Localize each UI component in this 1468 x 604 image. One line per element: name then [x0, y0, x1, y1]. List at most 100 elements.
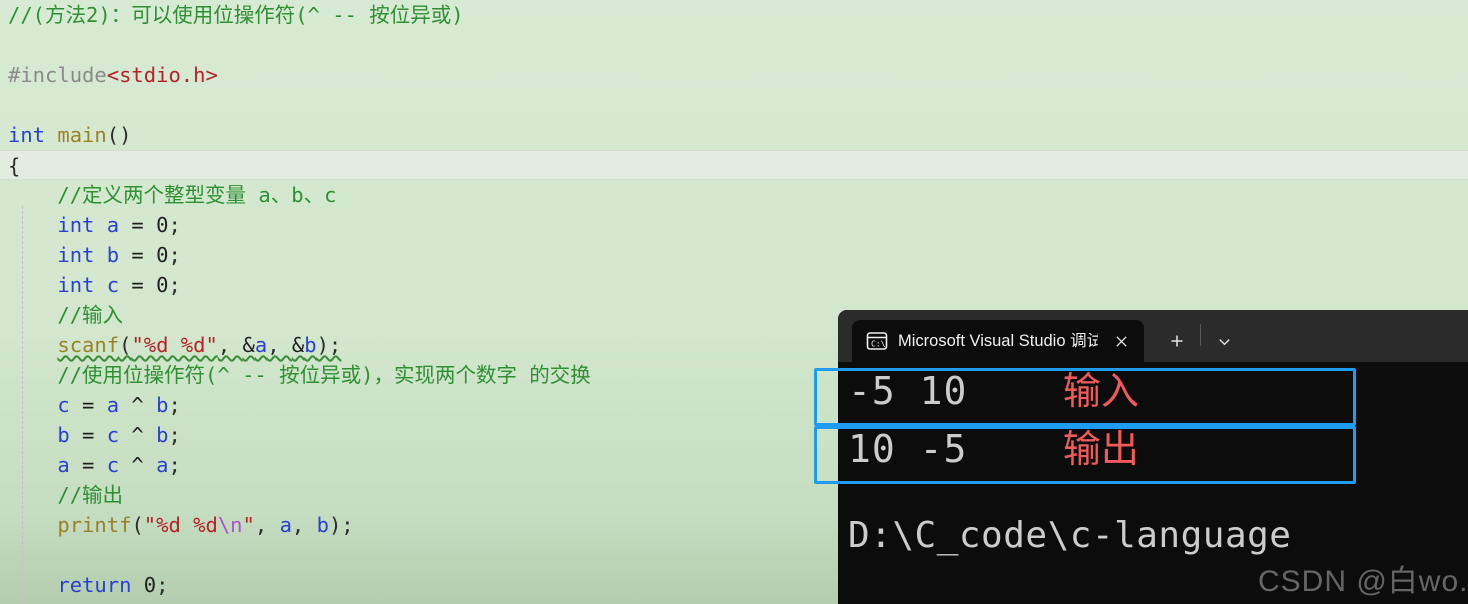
code-token: ; [168, 453, 181, 477]
code-token: , [267, 333, 292, 357]
code-tokens: scanf("%d %d", &a, &b); [57, 333, 341, 357]
code-tokens: return 0; [57, 573, 168, 597]
code-token: () [106, 123, 132, 147]
terminal-window[interactable]: C:\ Microsoft Visual Studio 调试控 -5 10 输入… [838, 310, 1468, 604]
terminal-input-values: -5 10 [848, 369, 968, 413]
code-token: ; [168, 243, 181, 267]
code-token: //输入 [57, 303, 124, 327]
code-token: b [156, 423, 169, 447]
code-token: ); [328, 513, 354, 537]
code-tokens: c = a ^ b; [57, 393, 180, 417]
code-line[interactable]: { [0, 150, 1468, 180]
terminal-row-output: 10 -5 输出 [848, 420, 1468, 478]
code-tokens: //输出 [57, 483, 123, 507]
code-line[interactable]: int a = 0; [0, 210, 1468, 240]
code-token: main [57, 123, 107, 147]
code-token: b [106, 243, 120, 267]
code-tokens: //(方法2)：可以使用位操作符(^ -- 按位异或) [8, 3, 464, 27]
code-token: , [217, 333, 243, 357]
code-token: //(方法2)：可以使用位操作符(^ -- 按位异或) [8, 3, 464, 27]
terminal-output: -5 10 输入 10 -5 输出 D:\C_code\c-language [838, 362, 1468, 604]
code-line[interactable]: #include<stdio.h> [0, 60, 1468, 90]
tab-dropdown-button[interactable] [1201, 320, 1247, 362]
code-token: c [106, 423, 120, 447]
code-token: 0 [156, 213, 169, 237]
code-token: = [119, 213, 157, 237]
terminal-output-values: 10 -5 [848, 427, 968, 471]
svg-text:C:\: C:\ [871, 340, 886, 349]
code-token: a [106, 213, 120, 237]
code-tokens: { [8, 154, 20, 178]
code-tokens: #include<stdio.h> [8, 63, 218, 87]
terminal-output-annotation: 输出 [1062, 427, 1139, 471]
code-token: ; [168, 213, 181, 237]
code-token: & [291, 333, 305, 357]
code-token: & [242, 333, 255, 357]
code-tokens: int b = 0; [57, 243, 180, 267]
terminal-input-annotation: 输入 [1062, 369, 1139, 413]
close-icon[interactable] [1108, 328, 1134, 354]
code-tokens: int main() [8, 123, 131, 147]
chevron-down-icon [1218, 338, 1230, 345]
code-token: ; [156, 573, 169, 597]
code-token: a [279, 513, 292, 537]
code-token: b [316, 513, 329, 537]
code-token: scanf [57, 333, 120, 357]
code-tokens: int a = 0; [57, 213, 180, 237]
terminal-titlebar[interactable]: C:\ Microsoft Visual Studio 调试控 [838, 310, 1468, 362]
code-token: \n [217, 513, 243, 537]
code-token: a [254, 333, 268, 357]
code-token: int [8, 123, 46, 147]
console-icon: C:\ [866, 330, 888, 352]
code-token: = [69, 453, 107, 477]
code-line[interactable]: int c = 0; [0, 270, 1468, 300]
terminal-tab-title: Microsoft Visual Studio 调试控 [898, 332, 1098, 350]
code-token: ); [316, 333, 342, 357]
code-token: 0 [156, 243, 169, 267]
code-token: , [291, 513, 317, 537]
code-token: ; [168, 393, 181, 417]
code-token: = [69, 423, 107, 447]
new-tab-button[interactable] [1154, 320, 1200, 362]
code-token: = [119, 273, 157, 297]
terminal-row-input: -5 10 输入 [848, 362, 1468, 420]
code-token: int [57, 213, 95, 237]
code-token: ^ [119, 453, 157, 477]
code-token: b [304, 333, 317, 357]
terminal-path-line: D:\C_code\c-language [848, 515, 1292, 556]
code-token: 0 [156, 273, 169, 297]
code-token: ( [131, 513, 144, 537]
code-token: = [119, 243, 157, 267]
code-line[interactable] [0, 90, 1468, 120]
code-line[interactable]: int main() [0, 120, 1468, 150]
code-line[interactable] [0, 30, 1468, 60]
code-line[interactable]: //定义两个整型变量 a、b、c [0, 180, 1468, 210]
code-token: return [57, 573, 132, 597]
code-token: ; [168, 423, 181, 447]
code-token: = [69, 393, 107, 417]
code-token: ; [168, 273, 181, 297]
code-token: ^ [119, 393, 157, 417]
code-token: b [156, 393, 169, 417]
code-line[interactable]: //(方法2)：可以使用位操作符(^ -- 按位异或) [0, 0, 1468, 30]
terminal-tab[interactable]: C:\ Microsoft Visual Studio 调试控 [852, 320, 1144, 362]
code-token: "%d %d [143, 513, 218, 537]
code-line[interactable]: int b = 0; [0, 240, 1468, 270]
code-token: a [106, 393, 120, 417]
code-token: a [156, 453, 169, 477]
code-token: c [106, 273, 120, 297]
